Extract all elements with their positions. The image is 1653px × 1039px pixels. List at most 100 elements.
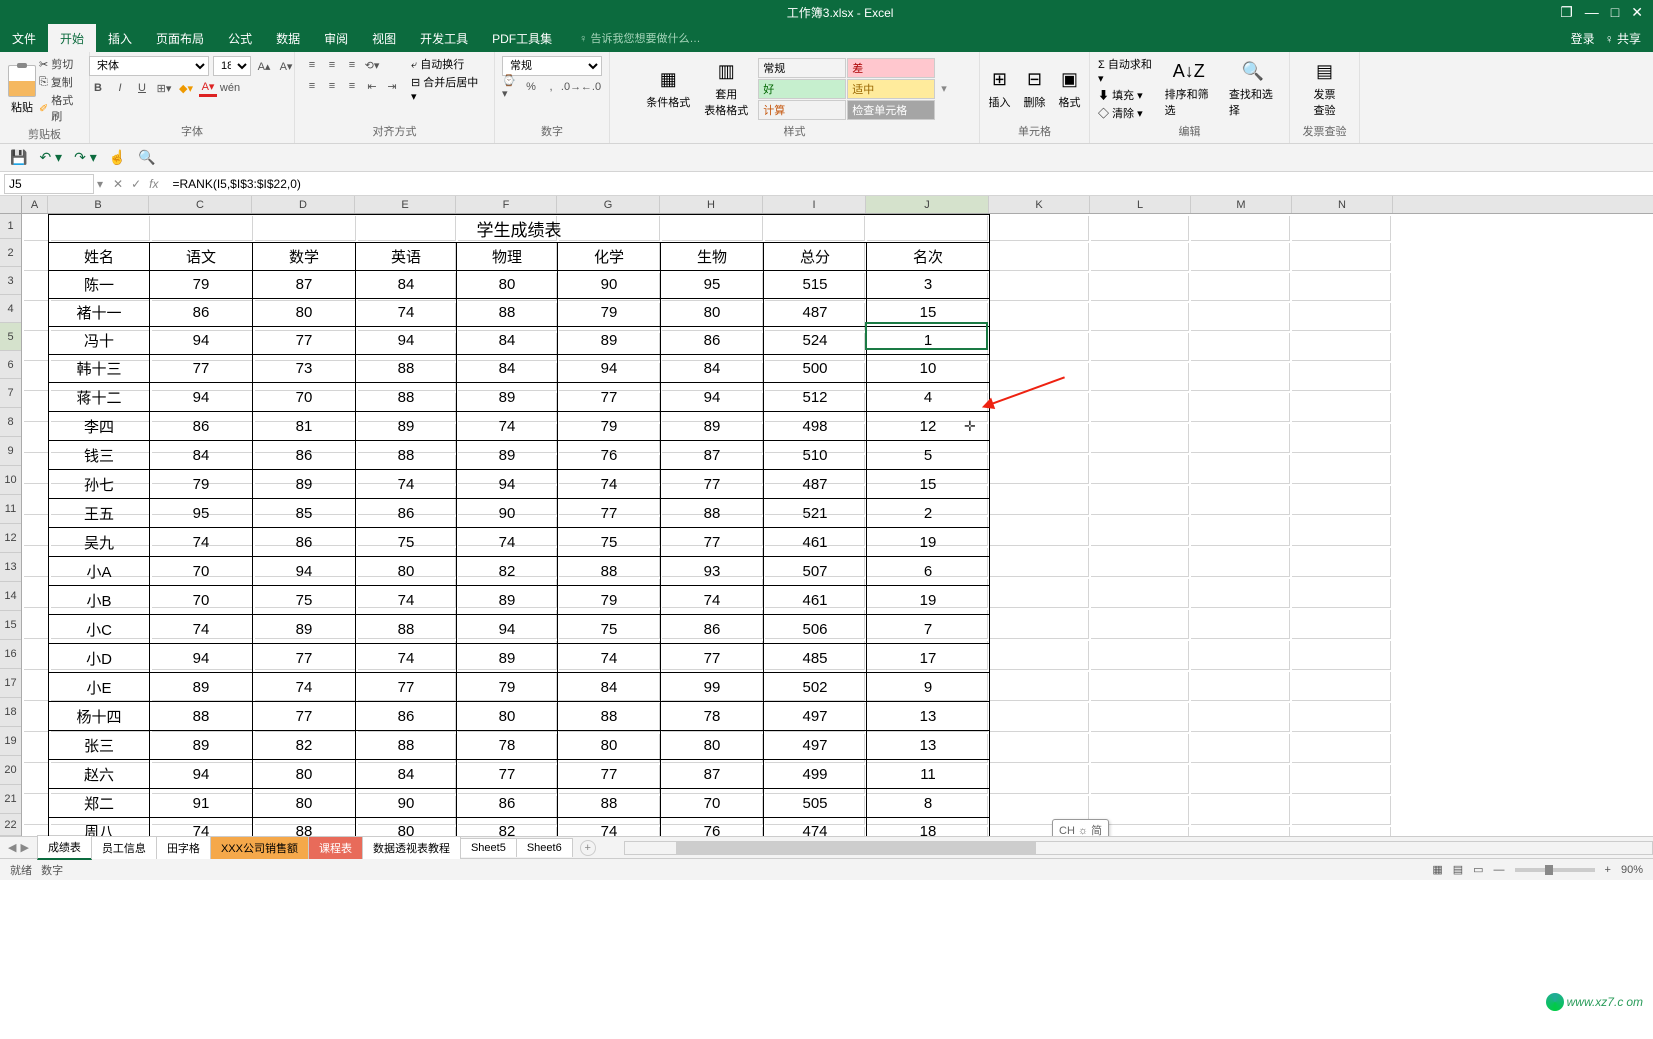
cell[interactable]: 498 xyxy=(764,412,867,441)
undo-icon[interactable]: ↶ ▾ xyxy=(39,149,62,166)
row-header-15[interactable]: 15 xyxy=(0,611,21,640)
col-header-K[interactable]: K xyxy=(989,196,1090,213)
cell[interactable]: 485 xyxy=(764,644,867,673)
cond-format-button[interactable]: ▦条件格式 xyxy=(642,68,694,110)
cell[interactable]: 77 xyxy=(661,528,764,557)
login-link[interactable]: 登录 xyxy=(1571,30,1595,47)
row-header-21[interactable]: 21 xyxy=(0,785,21,814)
cell[interactable]: 84 xyxy=(457,327,558,355)
cell[interactable]: 94 xyxy=(253,557,356,586)
cell[interactable]: 515 xyxy=(764,271,867,299)
cell[interactable]: 82 xyxy=(457,557,558,586)
confirm-formula-icon[interactable]: ✓ xyxy=(131,177,141,191)
col-header-G[interactable]: G xyxy=(557,196,660,213)
delete-cell-button[interactable]: ⊟删除 xyxy=(1019,68,1051,110)
cell[interactable]: 70 xyxy=(661,789,764,818)
cell[interactable]: 王五 xyxy=(49,499,150,528)
cell[interactable]: 79 xyxy=(150,470,253,499)
cell[interactable]: 77 xyxy=(661,470,764,499)
close-icon[interactable]: ✕ xyxy=(1631,4,1643,21)
zoom-out-icon[interactable]: — xyxy=(1494,864,1505,876)
cell[interactable]: 77 xyxy=(661,644,764,673)
horizontal-scroll[interactable] xyxy=(624,841,1653,855)
row-header-14[interactable]: 14 xyxy=(0,582,21,611)
cell[interactable]: 褚十一 xyxy=(49,299,150,327)
cell[interactable]: 86 xyxy=(253,441,356,470)
fill-button[interactable]: ⬇ 填充 ▾ xyxy=(1098,87,1153,103)
copy-button[interactable]: ⎘复制 xyxy=(39,74,81,90)
cell[interactable]: 95 xyxy=(150,499,253,528)
zoom-slider[interactable] xyxy=(1515,868,1595,872)
formula-input[interactable]: =RANK(I5,$I$3:$I$22,0) xyxy=(169,177,1653,191)
cell[interactable]: 89 xyxy=(356,412,457,441)
cell[interactable]: 95 xyxy=(661,271,764,299)
row-header-9[interactable]: 9 xyxy=(0,437,21,466)
col-header-F[interactable]: F xyxy=(456,196,557,213)
cell[interactable]: 84 xyxy=(457,355,558,383)
cell[interactable]: 3 xyxy=(867,271,990,299)
cell[interactable]: 497 xyxy=(764,702,867,731)
row-header-11[interactable]: 11 xyxy=(0,495,21,524)
cell[interactable]: 89 xyxy=(253,470,356,499)
cell[interactable]: 80 xyxy=(253,299,356,327)
cell[interactable]: 13 xyxy=(867,731,990,760)
cell[interactable]: 小A xyxy=(49,557,150,586)
wrap-text-button[interactable]: ⤶ 自动换行 xyxy=(411,56,486,72)
cell[interactable]: 88 xyxy=(150,702,253,731)
cell[interactable]: 512 xyxy=(764,383,867,412)
cell[interactable]: 19 xyxy=(867,586,990,615)
style-normal[interactable]: 常规 xyxy=(758,58,846,78)
cell[interactable]: 88 xyxy=(356,441,457,470)
font-name-select[interactable]: 宋体 xyxy=(89,56,209,76)
align-bottom-icon[interactable]: ≡ xyxy=(343,56,361,74)
cell[interactable]: 90 xyxy=(558,271,661,299)
cell[interactable]: 89 xyxy=(150,673,253,702)
cell[interactable]: 74 xyxy=(150,528,253,557)
cell[interactable]: 487 xyxy=(764,299,867,327)
cell[interactable]: 75 xyxy=(558,528,661,557)
phonetic-button[interactable]: wén xyxy=(221,79,239,97)
decrease-font-icon[interactable]: A▾ xyxy=(277,57,295,75)
cell[interactable]: 89 xyxy=(558,327,661,355)
cell[interactable]: 77 xyxy=(558,499,661,528)
cell[interactable]: 79 xyxy=(150,271,253,299)
sheet-tab-6[interactable]: 数据透视表教程 xyxy=(362,836,461,859)
cell[interactable]: 周八 xyxy=(49,818,150,837)
cell[interactable]: 502 xyxy=(764,673,867,702)
view-break-icon[interactable]: ▭ xyxy=(1473,863,1483,876)
cell[interactable]: 小C xyxy=(49,615,150,644)
cell[interactable]: 10 xyxy=(867,355,990,383)
cell[interactable]: 15 xyxy=(867,299,990,327)
cell[interactable]: 94 xyxy=(150,644,253,673)
cell[interactable]: 77 xyxy=(457,760,558,789)
cell[interactable]: 474 xyxy=(764,818,867,837)
cell[interactable]: 86 xyxy=(661,327,764,355)
col-header-I[interactable]: I xyxy=(763,196,866,213)
cell[interactable]: 74 xyxy=(356,644,457,673)
cell[interactable]: 90 xyxy=(356,789,457,818)
ribbon-opts-icon[interactable]: ❐ xyxy=(1560,4,1573,21)
select-all-corner[interactable] xyxy=(0,196,22,213)
border-button[interactable]: ⊞▾ xyxy=(155,79,173,97)
col-header-E[interactable]: E xyxy=(355,196,456,213)
col-header-D[interactable]: D xyxy=(252,196,355,213)
cell[interactable]: 89 xyxy=(661,412,764,441)
cell[interactable]: 506 xyxy=(764,615,867,644)
cell[interactable]: 冯十 xyxy=(49,327,150,355)
row-header-6[interactable]: 6 xyxy=(0,351,21,379)
row-header-3[interactable]: 3 xyxy=(0,267,21,295)
number-format-select[interactable]: 常规 xyxy=(502,56,602,76)
cell[interactable]: 孙七 xyxy=(49,470,150,499)
cell[interactable]: 86 xyxy=(457,789,558,818)
cell[interactable]: 77 xyxy=(253,644,356,673)
cell[interactable]: 87 xyxy=(661,441,764,470)
save-icon[interactable]: 💾 xyxy=(10,149,27,166)
cell[interactable]: 74 xyxy=(457,412,558,441)
tab-file[interactable]: 文件 xyxy=(0,24,48,52)
row-header-8[interactable]: 8 xyxy=(0,408,21,437)
cell[interactable]: 78 xyxy=(661,702,764,731)
sheet-tab-5[interactable]: 课程表 xyxy=(308,836,363,859)
cell[interactable]: 82 xyxy=(253,731,356,760)
cell[interactable]: 74 xyxy=(150,818,253,837)
col-header-C[interactable]: C xyxy=(149,196,252,213)
